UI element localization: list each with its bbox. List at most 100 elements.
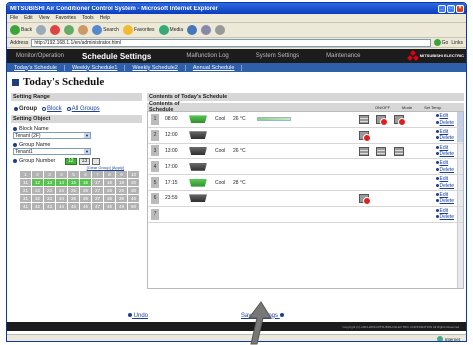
block-name-select[interactable]: Tenant (2F) ▼ bbox=[13, 132, 91, 139]
group-cell[interactable]: 35 bbox=[68, 195, 79, 202]
favorites-button[interactable]: Favorites bbox=[122, 25, 155, 35]
nav-malfunction-log[interactable]: Malfunction Log bbox=[160, 53, 237, 59]
group-cell[interactable]: 26 bbox=[80, 187, 91, 194]
group-cell[interactable]: 46 bbox=[80, 203, 91, 210]
group-cell[interactable]: 14 bbox=[56, 179, 67, 186]
delete-link[interactable]: Delete bbox=[436, 198, 454, 205]
refresh-button[interactable] bbox=[64, 25, 75, 35]
minimize-button[interactable]: _ bbox=[438, 4, 446, 13]
group-cell[interactable]: 24 bbox=[56, 187, 67, 194]
forward-button[interactable] bbox=[36, 25, 47, 35]
group-cell[interactable]: 40 bbox=[128, 195, 139, 202]
delete-link[interactable]: Delete bbox=[436, 214, 454, 221]
radio-all-groups[interactable]: All Groups bbox=[66, 106, 100, 112]
group-cell[interactable]: 16 bbox=[80, 179, 91, 186]
group-cell[interactable]: 23 bbox=[44, 187, 55, 194]
group-cell[interactable]: 3 bbox=[44, 171, 55, 178]
main-nav: Monitor/Operation Schedule Settings Malf… bbox=[7, 49, 466, 63]
group-cell[interactable]: 33 bbox=[44, 195, 55, 202]
group-cell[interactable]: 29 bbox=[116, 187, 127, 194]
group-number-box[interactable]: 12 bbox=[65, 157, 77, 165]
group-number-box[interactable] bbox=[92, 157, 101, 165]
radio-block[interactable]: Block bbox=[42, 106, 62, 112]
group-cell[interactable]: 43 bbox=[44, 203, 55, 210]
group-cell[interactable]: 48 bbox=[104, 203, 115, 210]
nav-maintenance[interactable]: Maintenance bbox=[308, 53, 369, 59]
home-button[interactable] bbox=[78, 25, 89, 35]
nav-system-settings[interactable]: System Settings bbox=[238, 53, 308, 59]
nav-schedule-settings[interactable]: Schedule Settings bbox=[73, 52, 160, 61]
group-cell[interactable]: 28 bbox=[104, 187, 115, 194]
undo-link[interactable]: Undo bbox=[128, 312, 148, 319]
group-cell[interactable]: 5 bbox=[68, 171, 79, 178]
links-button[interactable]: Links bbox=[451, 40, 463, 46]
delete-link[interactable]: Delete bbox=[436, 151, 454, 158]
radio-group[interactable]: Group bbox=[14, 106, 37, 112]
menu-tools[interactable]: Tools bbox=[82, 15, 94, 21]
delete-link[interactable]: Delete bbox=[436, 183, 454, 190]
group-cell[interactable]: 25 bbox=[68, 187, 79, 194]
stop-button[interactable] bbox=[50, 25, 61, 35]
subnav-annual-schedule[interactable]: Annual Schedule bbox=[186, 64, 243, 71]
group-cell[interactable]: 49 bbox=[116, 203, 127, 210]
group-cell[interactable]: 30 bbox=[128, 187, 139, 194]
close-button[interactable]: × bbox=[456, 4, 464, 13]
mail-button[interactable] bbox=[201, 25, 212, 35]
group-cell[interactable]: 31 bbox=[20, 195, 31, 202]
group-cell[interactable]: 37 bbox=[92, 195, 103, 202]
group-cell[interactable]: 2 bbox=[32, 171, 43, 178]
group-cell[interactable]: 8 bbox=[104, 171, 115, 178]
subnav-todays-schedule[interactable]: Today's Schedule bbox=[7, 64, 65, 71]
group-cell[interactable]: 9 bbox=[116, 171, 127, 178]
group-cell[interactable]: 10 bbox=[128, 171, 139, 178]
menu-favorites[interactable]: Favorites bbox=[55, 15, 76, 21]
group-cell[interactable]: 17 bbox=[92, 179, 103, 186]
group-cell[interactable]: 36 bbox=[80, 195, 91, 202]
menu-edit[interactable]: Edit bbox=[24, 15, 33, 21]
group-cell[interactable]: 22 bbox=[32, 187, 43, 194]
menu-file[interactable]: File bbox=[10, 15, 18, 21]
delete-link[interactable]: Delete bbox=[436, 167, 454, 174]
menu-view[interactable]: View bbox=[39, 15, 50, 21]
maximize-button[interactable]: □ bbox=[447, 4, 455, 13]
delete-link[interactable]: Delete bbox=[436, 120, 454, 127]
group-cell[interactable]: 11 bbox=[20, 179, 31, 186]
group-cell[interactable]: 42 bbox=[32, 203, 43, 210]
group-cell[interactable]: 45 bbox=[68, 203, 79, 210]
back-button[interactable]: Back bbox=[10, 25, 32, 35]
media-button[interactable]: Media bbox=[158, 25, 183, 35]
history-button[interactable] bbox=[187, 25, 198, 35]
group-cell[interactable]: 38 bbox=[104, 195, 115, 202]
group-cell[interactable]: 6 bbox=[80, 171, 91, 178]
group-cell[interactable]: 4 bbox=[56, 171, 67, 178]
group-cell[interactable]: 15 bbox=[68, 179, 79, 186]
group-cell[interactable]: 39 bbox=[116, 195, 127, 202]
group-cell[interactable]: 20 bbox=[128, 179, 139, 186]
clear-group-links[interactable]: [Clear Group] [Apply] bbox=[11, 165, 142, 170]
menu-help[interactable]: Help bbox=[100, 15, 110, 21]
group-cell[interactable]: 27 bbox=[92, 187, 103, 194]
group-cell[interactable]: 34 bbox=[56, 195, 67, 202]
group-cell[interactable]: 12 bbox=[32, 179, 43, 186]
print-button[interactable] bbox=[215, 25, 226, 35]
group-cell[interactable]: 44 bbox=[56, 203, 67, 210]
delete-link[interactable]: Delete bbox=[436, 135, 454, 142]
go-button[interactable]: Go bbox=[433, 39, 448, 46]
group-number-box[interactable]: 13 bbox=[78, 157, 91, 165]
subnav-weekly-schedule2[interactable]: Weekly Schedule2 bbox=[125, 64, 186, 71]
group-cell[interactable]: 7 bbox=[92, 171, 103, 178]
group-cell[interactable]: 21 bbox=[20, 187, 31, 194]
group-cell[interactable]: 41 bbox=[20, 203, 31, 210]
group-cell[interactable]: 1 bbox=[20, 171, 31, 178]
group-cell[interactable]: 50 bbox=[128, 203, 139, 210]
group-cell[interactable]: 18 bbox=[104, 179, 115, 186]
nav-monitor-operation[interactable]: Monitor/Operation bbox=[7, 53, 73, 59]
group-cell[interactable]: 19 bbox=[116, 179, 127, 186]
group-name-select[interactable]: Tenant1 ▼ bbox=[13, 148, 91, 155]
subnav-weekly-schedule1[interactable]: Weekly Schedule1 bbox=[65, 64, 126, 71]
group-cell[interactable]: 47 bbox=[92, 203, 103, 210]
group-cell[interactable]: 13 bbox=[44, 179, 55, 186]
search-button[interactable]: Search bbox=[92, 25, 119, 35]
group-cell[interactable]: 32 bbox=[32, 195, 43, 202]
address-input[interactable]: http://192.168.1.1/en/administrator.html bbox=[31, 38, 431, 47]
